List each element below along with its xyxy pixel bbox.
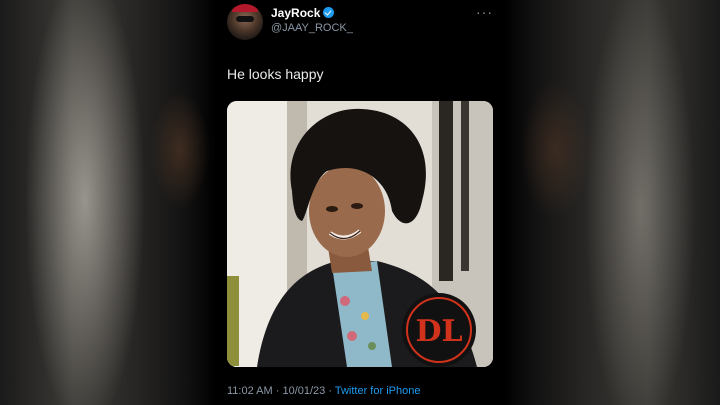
tweet-time[interactable]: 11:02 AM: [227, 385, 273, 397]
blurred-background-right: [520, 80, 590, 220]
avatar[interactable]: [227, 4, 263, 40]
blurred-background-left: [150, 90, 210, 210]
more-dots-icon[interactable]: ···: [476, 4, 493, 20]
watermark-logo: DL: [402, 293, 476, 367]
tweet-card: JayRock @JAAY_ROCK_ ··· He looks happy D…: [215, 0, 505, 405]
svg-text:DL: DL: [415, 314, 462, 349]
tweet-photo[interactable]: DL: [227, 101, 493, 367]
verified-badge-icon: [323, 7, 335, 18]
tweet-date[interactable]: 10/01/23: [282, 385, 325, 397]
tweet-text: He looks happy: [227, 66, 324, 82]
user-handle[interactable]: @JAAY_ROCK_: [271, 22, 353, 34]
display-name-text: JayRock: [271, 6, 321, 20]
avatar-hat: [232, 4, 258, 12]
tweet-source-link[interactable]: Twitter for iPhone: [335, 385, 421, 397]
meta-separator-2: ·: [325, 385, 335, 397]
display-name[interactable]: JayRock: [271, 6, 335, 20]
avatar-sunglasses: [236, 16, 254, 22]
tweet-meta: 11:02 AM · 10/01/23 · Twitter for iPhone: [227, 385, 420, 397]
meta-separator: ·: [272, 385, 283, 397]
